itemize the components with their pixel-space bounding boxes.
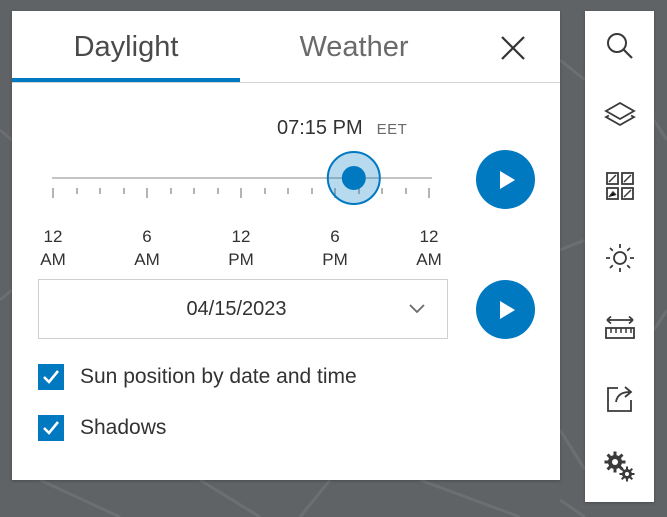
daylight-panel: Daylight Weather 07:15 PM EET 12 AM 6 AM 12 P… bbox=[12, 11, 560, 480]
search-tool-button[interactable] bbox=[585, 11, 654, 81]
daylight-icon bbox=[605, 244, 634, 272]
tab-bar: Daylight Weather bbox=[12, 11, 560, 83]
settings-icon bbox=[604, 451, 634, 482]
search-icon bbox=[606, 33, 633, 59]
slider-tick-label-value: 12 bbox=[419, 227, 439, 246]
share-tool-button[interactable] bbox=[585, 363, 654, 433]
slider-tick-label-period: PM bbox=[322, 250, 348, 269]
right-toolbar bbox=[585, 11, 654, 502]
time-readout: 07:15 PM EET bbox=[277, 117, 407, 145]
slider-tick-label-period: AM bbox=[416, 250, 442, 269]
slider-tick-label-value: 12 bbox=[231, 227, 251, 246]
slider-thumb[interactable] bbox=[341, 166, 366, 190]
tab-weather-label: Weather bbox=[299, 30, 409, 63]
measure-icon bbox=[604, 315, 635, 339]
play-icon bbox=[499, 300, 515, 319]
slider-tick-label: 6 PM bbox=[315, 225, 355, 271]
sun-position-label: Sun position by date and time bbox=[80, 365, 357, 388]
daylight-tool-button[interactable] bbox=[585, 223, 654, 293]
slider-tick-label-period: AM bbox=[40, 250, 66, 269]
time-zone: EET bbox=[376, 121, 408, 138]
shadows-option[interactable]: Shadows bbox=[38, 414, 166, 442]
active-tab-indicator bbox=[12, 78, 240, 82]
sun-position-checkbox[interactable] bbox=[38, 364, 64, 390]
measure-tool-button[interactable] bbox=[585, 293, 654, 363]
layers-tool-button[interactable] bbox=[585, 81, 654, 151]
checkmark-icon bbox=[43, 370, 60, 384]
layers-icon bbox=[603, 101, 636, 127]
tab-weather[interactable]: Weather bbox=[240, 11, 468, 83]
slider-tick-label-value: 12 bbox=[43, 227, 63, 246]
time-value: 07:15 PM bbox=[277, 117, 363, 139]
slider-tick-label: 12 AM bbox=[409, 225, 449, 271]
slider-tick-label: 12 PM bbox=[221, 225, 261, 271]
time-slider[interactable]: 12 AM 6 AM 12 PM 6 PM 12 AM bbox=[40, 151, 442, 269]
slider-tick-label-period: AM bbox=[134, 250, 160, 269]
slider-tick-label: 12 AM bbox=[33, 225, 73, 271]
share-icon bbox=[606, 386, 632, 412]
shadows-label: Shadows bbox=[80, 416, 167, 439]
close-icon bbox=[501, 36, 525, 60]
play-time-button[interactable] bbox=[476, 150, 535, 209]
play-date-button[interactable] bbox=[476, 280, 535, 339]
checkmark-icon bbox=[43, 421, 60, 435]
basemap-gallery-tool-button[interactable] bbox=[585, 151, 654, 221]
slider-tick-label-value: 6 bbox=[330, 227, 340, 246]
slider-tick-label-value: 6 bbox=[142, 227, 152, 246]
slider-tick-label-period: PM bbox=[228, 250, 254, 269]
slider-tick-label: 6 AM bbox=[127, 225, 167, 271]
settings-tool-button[interactable] bbox=[585, 432, 654, 502]
date-value: 04/15/2023 bbox=[186, 297, 287, 320]
basemap-gallery-icon bbox=[605, 172, 634, 200]
sun-position-option[interactable]: Sun position by date and time bbox=[38, 363, 357, 391]
tab-daylight-label: Daylight bbox=[73, 30, 179, 63]
close-button[interactable] bbox=[498, 33, 528, 63]
tab-daylight[interactable]: Daylight bbox=[12, 11, 240, 83]
shadows-checkbox[interactable] bbox=[38, 415, 64, 441]
date-picker[interactable]: 04/15/2023 bbox=[38, 279, 448, 339]
chevron-down-icon bbox=[409, 304, 425, 314]
play-icon bbox=[499, 170, 515, 189]
